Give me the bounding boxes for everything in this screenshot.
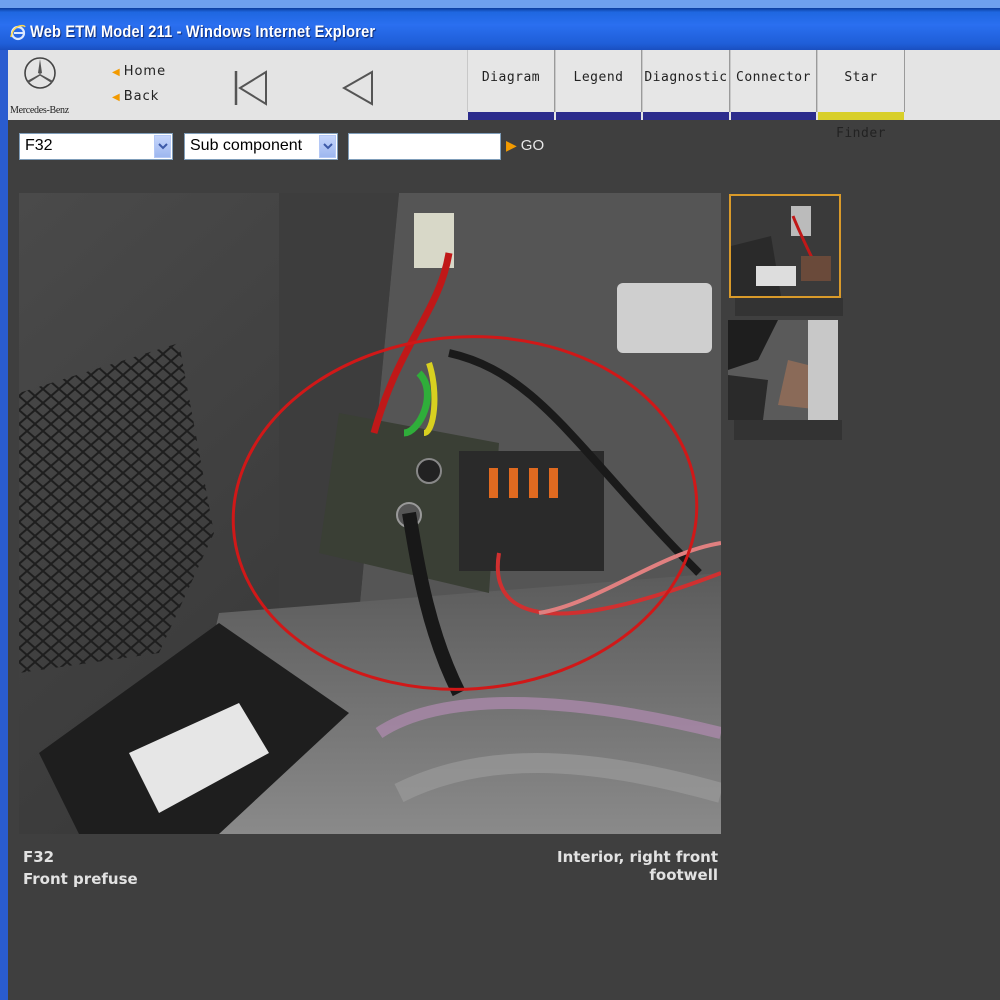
arrow-left-icon: ◀ [112,92,121,103]
mercedes-star-icon [24,57,56,89]
tab-label: Star Finder [836,70,886,141]
chevron-down-icon[interactable] [319,135,336,158]
component-location-photo [19,193,721,834]
logo-text: Mercedes-Benz [10,105,69,116]
thumbnail-1[interactable] [729,194,841,298]
search-input[interactable] [348,133,501,160]
app-header: Mercedes-Benz ◀ Home ◀ Back Diagram Legend… [8,50,1000,141]
tab-diagnostic[interactable]: Diagnostic [642,50,730,120]
tab-label: Connector [736,70,811,85]
component-name: Front prefuse [23,870,138,888]
component-location: Interior, right front footwell [557,848,718,884]
thumbnail-2[interactable] [728,320,838,420]
tab-star-finder[interactable]: Star Finder [817,50,905,141]
component-select-value: F32 [25,137,53,154]
tab-label: Diagnostic [644,70,728,85]
tab-connector[interactable]: Connector [730,50,817,120]
thumbnail-2-shadow [734,420,842,440]
subcomponent-select-value: Sub component [190,137,303,154]
go-label: GO [520,137,545,154]
window-title-bar: Web ETM Model 211 - Windows Internet Exp… [0,0,1000,50]
home-link[interactable]: ◀ Home [112,64,166,79]
tab-legend[interactable]: Legend [555,50,642,120]
thumbnail-1-shadow [735,298,843,316]
subcomponent-select[interactable]: Sub component [184,133,338,160]
back-label: Back [123,89,160,104]
ie-icon [10,24,26,41]
window-title: Web ETM Model 211 - Windows Internet Exp… [30,22,376,41]
tab-label: Legend [573,70,624,85]
tab-diagram[interactable]: Diagram [467,50,555,120]
component-code: F32 [23,848,55,866]
home-label: Home [123,64,167,79]
window-left-border [0,50,8,1000]
play-arrow-icon: ▶ [506,137,517,153]
chevron-down-icon[interactable] [154,135,171,158]
go-button[interactable]: ▶ GO [506,137,544,154]
back-link[interactable]: ◀ Back [112,89,159,104]
component-select[interactable]: F32 [19,133,173,160]
previous-icon[interactable] [342,70,374,106]
arrow-left-icon: ◀ [112,67,121,78]
first-page-icon[interactable] [234,70,268,106]
tab-label: Diagram [481,70,541,85]
